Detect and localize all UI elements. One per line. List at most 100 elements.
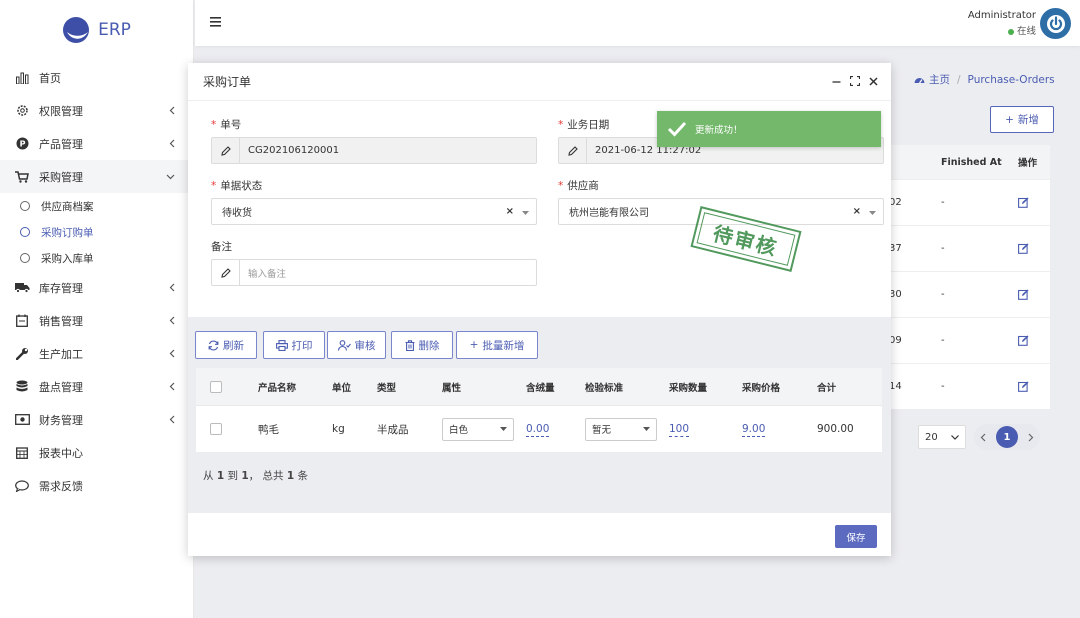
- remark-field[interactable]: 输入备注: [211, 259, 537, 286]
- summary-to: 1: [241, 470, 249, 482]
- sidebar-item-inventory[interactable]: 库存管理: [0, 271, 193, 304]
- cell-total: 900.00: [817, 423, 854, 435]
- price-input[interactable]: 9.00: [742, 423, 766, 437]
- sidebar-item-purchase[interactable]: 采购管理: [0, 160, 193, 193]
- sidebar-item-sales[interactable]: 销售管理: [0, 304, 193, 337]
- user-check-icon: [337, 339, 351, 351]
- column-header: 采购价格: [742, 382, 781, 394]
- check-icon: [667, 121, 687, 137]
- table-header: Finished At 操作: [885, 145, 1050, 179]
- edit-icon[interactable]: [1018, 289, 1029, 300]
- edit-icon[interactable]: [1018, 197, 1029, 208]
- table-row[interactable]: 37 -: [885, 225, 1050, 271]
- cell-product-name: 鸭毛: [258, 423, 279, 436]
- table-row[interactable]: 02 -: [885, 179, 1050, 225]
- chevron-left-icon: [169, 349, 175, 358]
- chevron-left-icon: [169, 106, 175, 115]
- user-info[interactable]: Administrator 在线: [968, 10, 1036, 37]
- sidebar-item-production[interactable]: 生产加工: [0, 337, 193, 370]
- breadcrumb-current: Purchase-Orders: [967, 73, 1055, 86]
- select-all-checkbox[interactable]: [210, 380, 222, 393]
- biz-date-label: * 业务日期: [558, 117, 609, 132]
- maximize-icon[interactable]: [850, 76, 860, 86]
- pencil-icon: [212, 138, 240, 163]
- add-button[interactable]: + 新增: [990, 106, 1054, 133]
- summary-text: ， 总共: [248, 470, 287, 482]
- chevron-left-icon: [169, 382, 175, 391]
- delete-button[interactable]: 删除: [391, 331, 453, 359]
- bar-chart-icon: [14, 70, 30, 86]
- clear-icon[interactable]: ×: [506, 206, 514, 217]
- order-no-label-text: 单号: [220, 119, 242, 131]
- cell-unit: kg: [332, 423, 345, 435]
- sidebar-item-finance[interactable]: 财务管理: [0, 403, 193, 436]
- power-icon[interactable]: [1040, 8, 1071, 39]
- close-icon[interactable]: [869, 76, 878, 86]
- sidebar-item-label: 生产加工: [39, 347, 83, 361]
- prev-page-icon[interactable]: [980, 433, 986, 442]
- remark-label: 备注: [211, 241, 232, 253]
- sidebar-item-products[interactable]: P 产品管理: [0, 127, 193, 160]
- items-table-header: 产品名称 单位 类型 属性 含绒量 检验标准 采购数量 采购价格 合计: [196, 368, 882, 405]
- table-row[interactable]: 30 -: [885, 271, 1050, 317]
- clear-icon[interactable]: ×: [853, 206, 861, 217]
- refresh-icon: [208, 340, 219, 350]
- refresh-button[interactable]: 刷新: [195, 331, 257, 359]
- table-summary: 从 1 到 1， 总共 1 条: [203, 468, 308, 483]
- table-row[interactable]: 鸭毛 kg 半成品 白色 0.00 暂无 100 9.00 900.00: [196, 405, 882, 452]
- topbar: Administrator 在线: [195, 0, 1080, 46]
- attribute-select[interactable]: 白色: [442, 417, 514, 441]
- refresh-button-label: 刷新: [223, 339, 244, 352]
- supplier-value: 杭州岂能有限公司: [569, 208, 649, 219]
- sidebar-item-stocktake[interactable]: 盘点管理: [0, 370, 193, 403]
- table-row[interactable]: 14 -: [885, 363, 1050, 409]
- modal-title: 采购订单: [203, 75, 252, 89]
- print-button[interactable]: 打印: [263, 331, 325, 359]
- sidebar-item-permissions[interactable]: 权限管理: [0, 94, 193, 127]
- row-checkbox[interactable]: [210, 423, 222, 435]
- column-header: 属性: [442, 382, 462, 394]
- chevron-left-icon: [169, 415, 175, 424]
- caret-down-icon: [869, 211, 876, 215]
- minimize-icon[interactable]: [832, 77, 841, 86]
- p-circle-icon: P: [14, 136, 30, 152]
- quantity-input[interactable]: 100: [669, 423, 690, 437]
- sidebar-subitem-purchase-orders[interactable]: 采购订购单: [0, 219, 193, 245]
- menu-icon[interactable]: [210, 17, 221, 27]
- breadcrumb-home[interactable]: 主页: [929, 72, 950, 87]
- save-button[interactable]: 保存: [835, 525, 877, 548]
- pagination: 20 1: [918, 424, 1040, 450]
- printer-icon: [275, 339, 288, 351]
- gear-icon: [14, 103, 30, 119]
- sidebar-subitem-label: 供应商档案: [41, 200, 94, 213]
- page-number[interactable]: 1: [996, 426, 1018, 448]
- page-buttons: 1: [974, 424, 1040, 450]
- supplier-label: * 供应商: [558, 178, 599, 193]
- sidebar-item-home[interactable]: 首页: [0, 61, 193, 94]
- sidebar-subitem-purchase-receipts[interactable]: 采购入库单: [0, 245, 193, 271]
- cell-finished: -: [941, 243, 945, 254]
- down-content-input[interactable]: 0.00: [526, 423, 550, 437]
- remark-input[interactable]: 输入备注: [240, 266, 286, 280]
- batch-add-button[interactable]: + 批量新增: [456, 331, 538, 359]
- next-page-icon[interactable]: [1028, 433, 1034, 442]
- batch-add-button-label: 批量新增: [482, 339, 525, 352]
- edit-icon[interactable]: [1018, 335, 1029, 346]
- column-header: 产品名称: [258, 382, 297, 394]
- audit-button[interactable]: 审核: [327, 331, 386, 359]
- sidebar-item-reports[interactable]: 报表中心: [0, 436, 193, 469]
- sidebar-item-feedback[interactable]: 需求反馈: [0, 469, 193, 502]
- table-row[interactable]: 09 -: [885, 317, 1050, 363]
- inspection-standard-select[interactable]: 暂无: [585, 417, 657, 441]
- circle-icon: [20, 201, 30, 211]
- page-size-select[interactable]: 20: [918, 425, 966, 449]
- edit-icon[interactable]: [1018, 243, 1029, 254]
- trash-icon: [405, 339, 414, 351]
- edit-icon[interactable]: [1018, 381, 1029, 392]
- user-name: Administrator: [967, 10, 1036, 21]
- required-mark: *: [558, 180, 564, 192]
- status-select[interactable]: 待收货 ×: [211, 198, 537, 225]
- sidebar-item-label: 库存管理: [39, 281, 83, 295]
- sidebar-subitem-suppliers[interactable]: 供应商档案: [0, 193, 193, 219]
- chevron-left-icon: [169, 316, 175, 325]
